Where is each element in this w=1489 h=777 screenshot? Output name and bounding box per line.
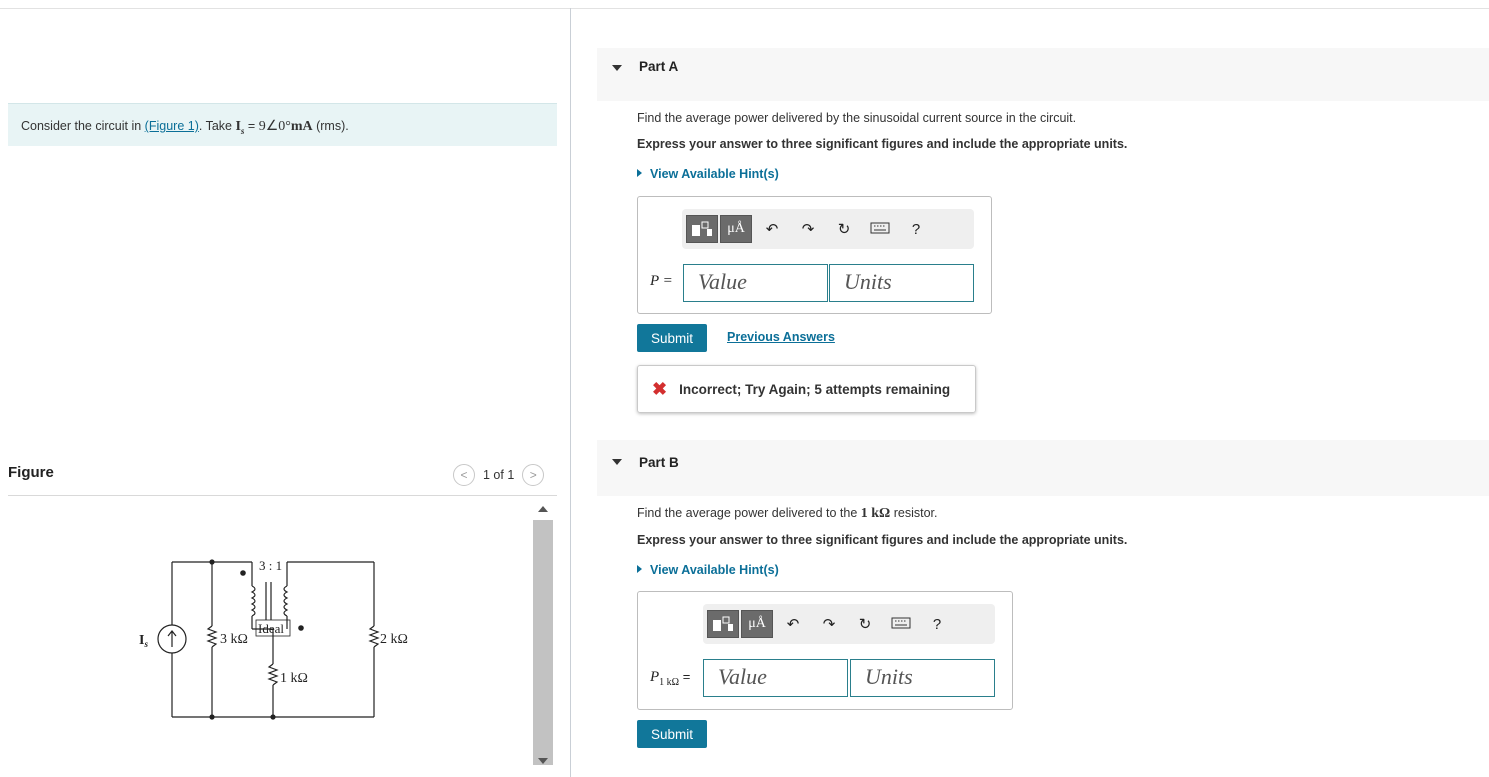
part-a-units-input[interactable]: Units	[829, 264, 974, 302]
undo-icon[interactable]: ↶	[754, 220, 790, 238]
keyboard-icon[interactable]	[862, 221, 898, 238]
scroll-down-icon[interactable]	[538, 758, 548, 764]
part-b-instructions: Express your answer to three significant…	[637, 533, 1128, 547]
feedback-message: Incorrect; Try Again; 5 attempts remaini…	[679, 381, 951, 397]
prev-figure-button[interactable]: <	[453, 464, 475, 486]
part-b-answer-box: μÅ ↶ ↷ ↻ ? P1 kΩ = Value Units	[637, 591, 1013, 710]
part-b-header[interactable]: Part B	[597, 440, 1489, 496]
part-a-feedback: ✖ Incorrect; Try Again; 5 attempts remai…	[637, 365, 976, 413]
help-icon[interactable]: ?	[898, 221, 934, 238]
part-a-instructions: Express your answer to three significant…	[637, 137, 1128, 151]
ideal-label: Ideal	[258, 621, 284, 636]
units-button[interactable]: μÅ	[720, 215, 752, 243]
part-b-hint-link[interactable]: View Available Hint(s)	[637, 563, 779, 577]
problem-take: . Take	[198, 119, 236, 133]
scroll-up-icon[interactable]	[538, 506, 548, 512]
source-label: Is	[139, 633, 148, 649]
equals: =	[244, 119, 259, 133]
figure-link[interactable]: (Figure 1)	[145, 119, 199, 133]
top-rule	[0, 8, 1489, 9]
part-a-hint-link[interactable]: View Available Hint(s)	[637, 167, 779, 181]
collapse-icon	[612, 65, 622, 71]
part-b-units-input[interactable]: Units	[850, 659, 995, 697]
part-b-title: Part B	[639, 455, 679, 470]
reset-icon[interactable]: ↻	[847, 615, 883, 633]
problem-statement: Consider the circuit in (Figure 1). Take…	[8, 103, 557, 146]
pane-divider	[570, 8, 571, 777]
figure-title: Figure	[8, 464, 54, 481]
part-b-variable-label: P1 kΩ =	[650, 669, 691, 688]
pager-text: 1 of 1	[483, 468, 515, 482]
part-a-answer-box: μÅ ↶ ↷ ↻ ? P = Value Units	[637, 196, 992, 314]
ratio-label: 3 : 1	[259, 558, 282, 573]
rms-note: (rms).	[312, 119, 349, 133]
figure-rule	[8, 495, 557, 496]
phasor-value: 9∠0°	[258, 119, 291, 134]
part-a-toolbar: μÅ ↶ ↷ ↻ ?	[682, 209, 974, 249]
part-a-header[interactable]: Part A	[597, 48, 1489, 101]
expand-icon	[637, 169, 642, 177]
collapse-icon	[612, 459, 622, 465]
r2-label: 2 kΩ	[380, 632, 408, 647]
reset-icon[interactable]: ↻	[826, 220, 862, 238]
part-b-value-input[interactable]: Value	[703, 659, 848, 697]
scroll-thumb[interactable]	[533, 520, 553, 765]
part-b-question: Find the average power delivered to the …	[637, 506, 938, 521]
part-b-toolbar: μÅ ↶ ↷ ↻ ?	[703, 604, 995, 644]
expand-icon	[637, 565, 642, 573]
redo-icon[interactable]: ↷	[811, 615, 847, 633]
template-button[interactable]	[707, 610, 739, 638]
phasor-unit: mA	[290, 119, 313, 134]
r3-label: 1 kΩ	[280, 671, 308, 686]
template-button[interactable]	[686, 215, 718, 243]
redo-icon[interactable]: ↷	[790, 220, 826, 238]
figure-scrollbar[interactable]	[533, 500, 553, 776]
r1-label: 3 kΩ	[220, 632, 248, 647]
template-icon	[713, 616, 733, 631]
previous-answers-link[interactable]: Previous Answers	[727, 330, 835, 344]
template-icon	[692, 221, 712, 236]
part-a-submit-button[interactable]: Submit	[637, 324, 707, 352]
part-a-title: Part A	[639, 59, 679, 74]
figure-pager: < 1 of 1 >	[453, 464, 545, 486]
part-b-submit-button[interactable]: Submit	[637, 720, 707, 748]
units-button[interactable]: μÅ	[741, 610, 773, 638]
incorrect-icon: ✖	[652, 378, 668, 399]
circuit-diagram: Is 3 kΩ 3 : 1 Ideal 2 kΩ 1 kΩ	[139, 558, 408, 720]
problem-intro: Consider the circuit in	[21, 119, 145, 133]
part-a-value-input[interactable]: Value	[683, 264, 828, 302]
keyboard-icon[interactable]	[883, 616, 919, 633]
undo-icon[interactable]: ↶	[775, 615, 811, 633]
part-a-question: Find the average power delivered by the …	[637, 111, 1077, 125]
part-a-variable-label: P =	[650, 273, 673, 289]
next-figure-button[interactable]: >	[522, 464, 545, 486]
help-icon[interactable]: ?	[919, 616, 955, 633]
